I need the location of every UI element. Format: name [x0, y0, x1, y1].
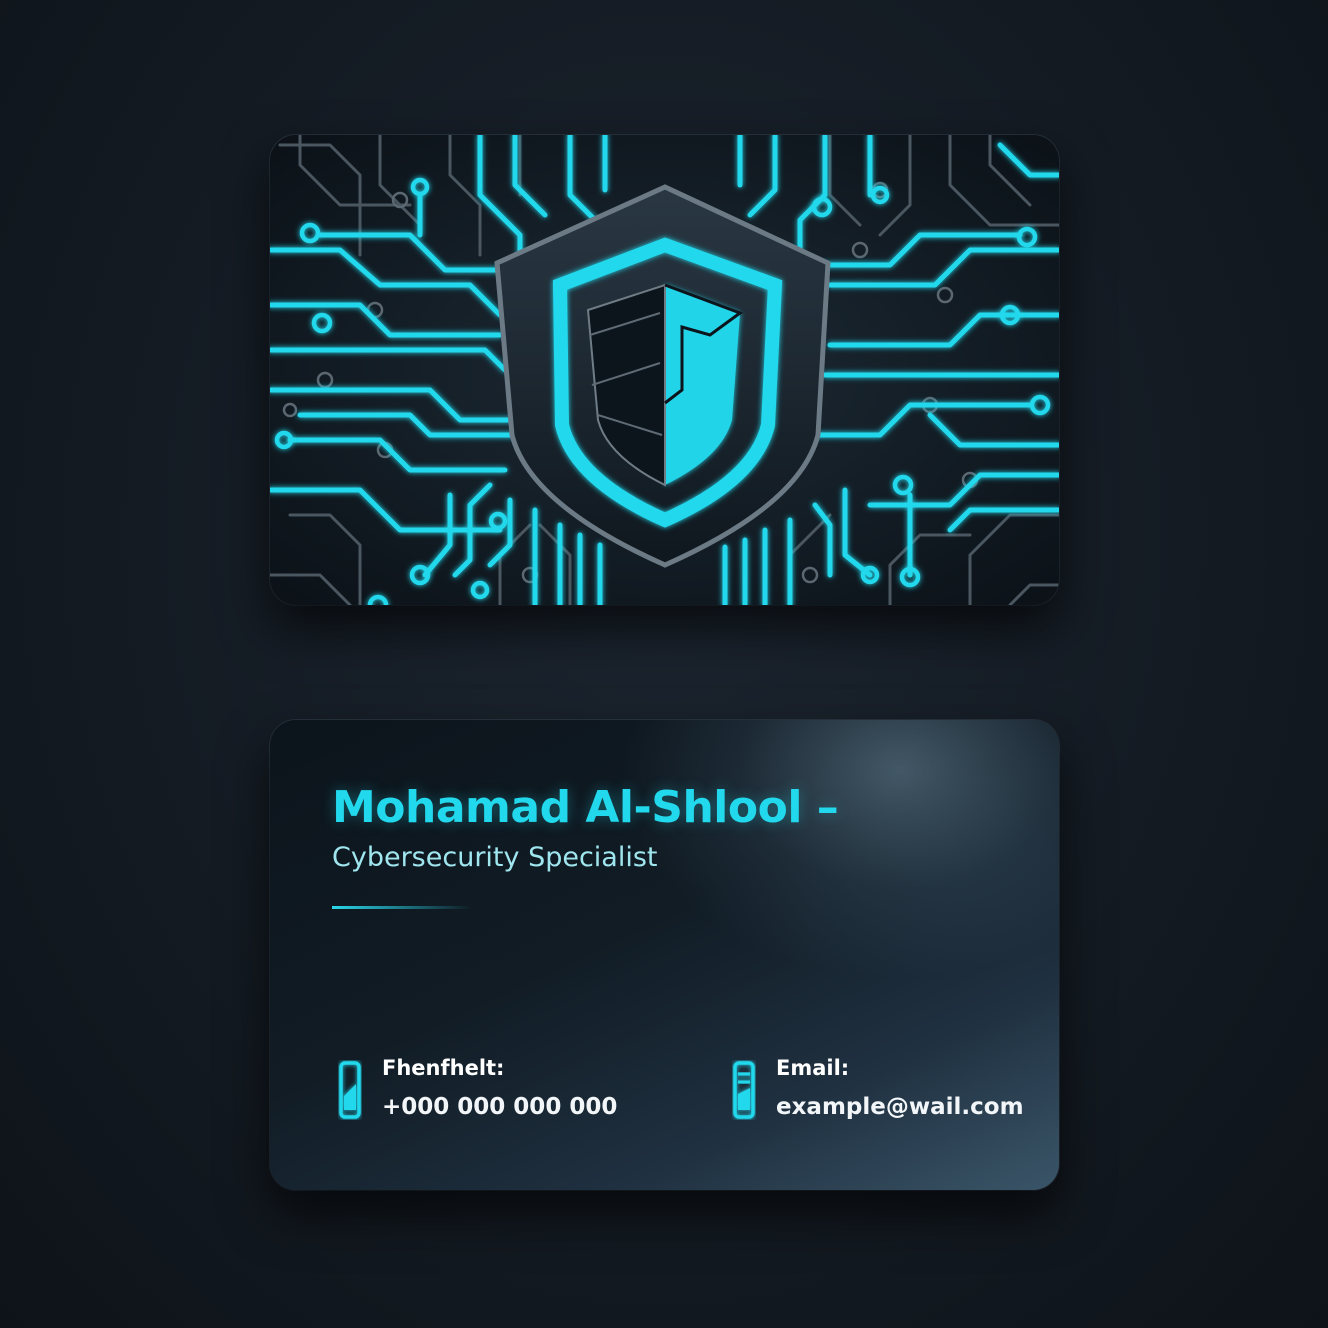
card-sheen [619, 720, 1059, 980]
phone-number[interactable]: +000 000 000 000 [382, 1094, 617, 1120]
job-title: Cybersecurity Specialist [332, 842, 658, 873]
phone-label: Fhenfhelt: [382, 1056, 505, 1080]
email-address[interactable]: example@wail.com [776, 1094, 1024, 1120]
email-icon [733, 1061, 755, 1119]
business-card-back: Mohamad Al-Shlool – Cybersecurity Specia… [270, 720, 1059, 1190]
person-name: Mohamad Al-Shlool – [332, 782, 839, 833]
email-label: Email: [776, 1056, 850, 1080]
phone-icon [339, 1061, 361, 1119]
shield-icon [494, 184, 831, 568]
accent-divider [332, 906, 472, 909]
business-card-front [270, 135, 1059, 605]
circuit-pattern [270, 135, 1059, 605]
